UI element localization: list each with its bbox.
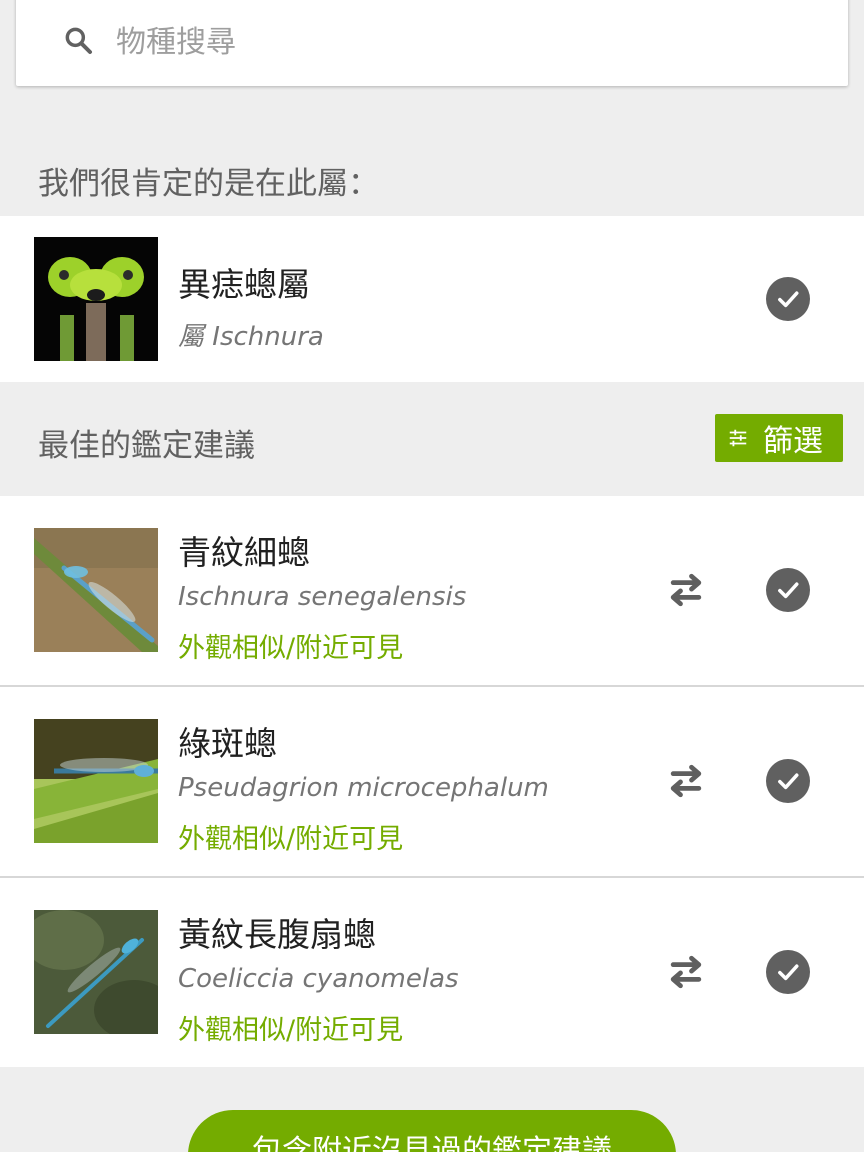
- search-bar[interactable]: [16, 0, 848, 86]
- compare-icon[interactable]: [664, 950, 708, 994]
- compare-icon[interactable]: [664, 568, 708, 612]
- suggestions-section-heading: 最佳的鑑定建議: [38, 428, 255, 464]
- filter-button[interactable]: 篩選: [715, 414, 843, 462]
- genus-section-heading: 我們很肯定的是在此屬：: [38, 166, 379, 202]
- search-icon: [62, 24, 116, 60]
- search-input[interactable]: [116, 24, 716, 60]
- suggestion-tag: 外觀相似/附近可見: [178, 633, 404, 664]
- suggestion-tag: 外觀相似/附近可見: [178, 824, 404, 855]
- suggestion-scientific-name: Ischnura senegalensis: [178, 582, 467, 612]
- select-check-icon[interactable]: [766, 759, 810, 803]
- suggestion-scientific-name: Pseudagrion microcephalum: [178, 773, 549, 803]
- select-check-icon[interactable]: [766, 950, 810, 994]
- screen: 我們很肯定的是在此屬： 異痣蟌屬 屬 Ischnura 最佳的鑑定建議: [0, 0, 864, 1152]
- suggestion-thumbnail: [34, 528, 158, 652]
- suggestion-thumbnail: [34, 719, 158, 843]
- genus-rank: 屬: [178, 322, 205, 352]
- suggestion-common-name: 綠斑蟌: [178, 724, 277, 763]
- genus-common-name: 異痣蟌屬: [178, 265, 310, 304]
- genus-thumbnail: [34, 237, 158, 361]
- suggestion-common-name: 青紋細蟌: [178, 533, 310, 572]
- suggestion-common-name: 黃紋長腹扇蟌: [178, 915, 376, 954]
- suggestion-row[interactable]: 綠斑蟌 Pseudagrion microcephalum 外觀相似/附近可見: [0, 687, 864, 876]
- tune-icon: [729, 429, 747, 447]
- genus-scientific-name: 屬 Ischnura: [178, 316, 324, 353]
- include-unseen-suggestions-button[interactable]: 包含附近沒見過的鑑定建議: [188, 1110, 676, 1152]
- genus-select-check-icon[interactable]: [766, 277, 810, 321]
- suggestion-thumbnail: [34, 910, 158, 1034]
- select-check-icon[interactable]: [766, 568, 810, 612]
- suggestion-tag: 外觀相似/附近可見: [178, 1015, 404, 1046]
- genus-scientific-label: Ischnura: [212, 322, 324, 352]
- filter-label: 篩選: [763, 424, 823, 459]
- suggestion-row[interactable]: 青紋細蟌 Ischnura senegalensis 外觀相似/附近可見: [0, 496, 864, 685]
- genus-suggestion-row[interactable]: 異痣蟌屬 屬 Ischnura: [0, 216, 864, 382]
- compare-icon[interactable]: [664, 759, 708, 803]
- suggestion-row[interactable]: 黃紋長腹扇蟌 Coeliccia cyanomelas 外觀相似/附近可見: [0, 878, 864, 1067]
- suggestion-scientific-name: Coeliccia cyanomelas: [178, 964, 459, 994]
